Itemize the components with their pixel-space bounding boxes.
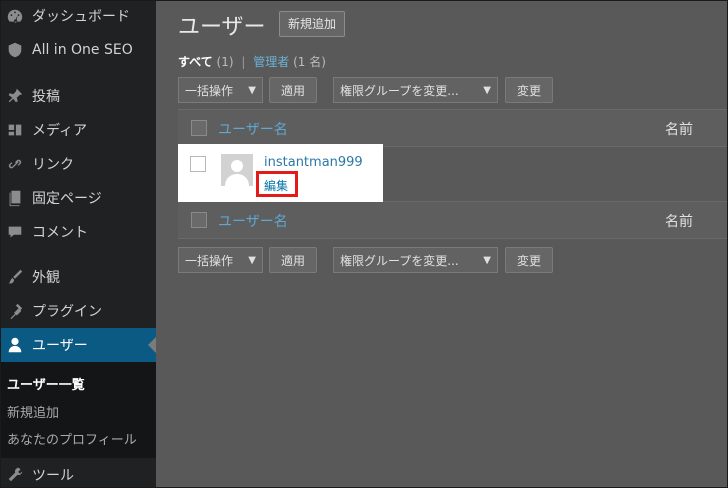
user-filters: すべて (1) | 管理者 (1 名) [178,53,326,70]
comment-icon [5,222,25,242]
column-name[interactable]: 名前 [665,119,693,139]
link-icon [5,154,25,174]
edit-link[interactable]: 編集 [264,177,288,194]
media-icon [5,120,25,140]
sidebar-item-plugins[interactable]: プラグイン [1,294,156,328]
change-button-bottom[interactable]: 変更 [505,247,553,273]
page-icon [5,188,25,208]
chevron-down-icon: ▼ [248,255,256,266]
users-submenu: ユーザー一覧 新規追加 あなたのプロフィール [1,362,156,458]
sidebar-item-label: All in One SEO [32,42,133,58]
table-header: ユーザー名 名前 [178,109,727,147]
column-username-footer[interactable]: ユーザー名 [218,211,288,231]
edit-highlight: 編集 [256,171,298,197]
sidebar-item-label: ダッシュボード [32,9,130,25]
role-change-value: 権限グループを変更... [340,254,459,268]
row-checkbox[interactable] [190,156,206,172]
role-change-select-bottom[interactable]: 権限グループを変更... ▼ [333,247,498,273]
avatar [221,154,253,186]
active-indicator [148,337,156,353]
table-row: instantman999 編集 [178,144,383,202]
sidebar-item-label: リンク [32,157,74,173]
sidebar-item-label: ユーザー [32,338,88,354]
chevron-down-icon: ▼ [483,85,491,96]
filter-all[interactable]: すべて [178,55,213,69]
sidebar-item-label: プラグイン [32,304,102,320]
bulk-action-select-bottom[interactable]: 一括操作 ▼ [178,247,263,273]
submenu-item-profile[interactable]: あなたのプロフィール [7,429,137,448]
page-title: ユーザー [178,15,266,40]
apply-button-bottom[interactable]: 適用 [269,247,317,273]
apply-button[interactable]: 適用 [269,77,317,103]
shield-icon [5,40,25,60]
submenu-item-add-new[interactable]: 新規追加 [7,402,59,421]
brush-icon [5,267,25,287]
sidebar-item-posts[interactable]: 投稿 [1,79,156,113]
sidebar-item-tools[interactable]: ツール [1,458,156,487]
username-link[interactable]: instantman999 [264,155,363,170]
main-content: ユーザー 新規追加 すべて (1) | 管理者 (1 名) 一括操作 ▼ 適用 … [156,1,727,487]
sidebar-item-users[interactable]: ユーザー [1,328,156,362]
wrench-icon [5,465,25,485]
pin-icon [5,86,25,106]
filter-admin[interactable]: 管理者 [253,55,289,69]
filter-all-count: (1) [216,55,234,69]
chevron-down-icon: ▼ [483,255,491,266]
plugin-icon [5,301,25,321]
sidebar-item-pages[interactable]: 固定ページ [1,181,156,215]
sidebar-item-appearance[interactable]: 外観 [1,260,156,294]
table-footer: ユーザー名 名前 [178,201,727,239]
submenu-item-all-users[interactable]: ユーザー一覧 [7,374,85,393]
select-all-checkbox[interactable] [191,120,207,136]
sidebar-item-links[interactable]: リンク [1,147,156,181]
bulk-action-value: 一括操作 [185,84,234,98]
filter-separator: | [241,55,246,69]
column-name-footer[interactable]: 名前 [665,211,693,231]
sidebar-item-label: 固定ページ [32,191,102,207]
chevron-down-icon: ▼ [248,85,256,96]
bulk-action-value: 一括操作 [185,254,234,268]
sidebar-item-dashboard[interactable]: ダッシュボード [1,1,156,33]
bulk-action-select[interactable]: 一括操作 ▼ [178,77,263,103]
admin-sidebar: ダッシュボード All in One SEO 投稿 メディア リンク 固定ページ… [1,1,156,487]
filter-admin-count: (1 名) [293,55,326,69]
sidebar-item-label: メディア [32,123,88,139]
user-icon [5,335,25,355]
dashboard-icon [5,6,25,26]
sidebar-item-label: ツール [32,468,74,484]
column-username[interactable]: ユーザー名 [218,119,288,139]
role-change-select[interactable]: 権限グループを変更... ▼ [333,77,498,103]
sidebar-item-label: 外観 [32,270,60,286]
select-all-checkbox-footer[interactable] [191,212,207,228]
window-frame: ダッシュボード All in One SEO 投稿 メディア リンク 固定ページ… [0,0,728,488]
add-new-button[interactable]: 新規追加 [279,11,346,37]
sidebar-item-label: 投稿 [32,89,60,105]
role-change-value: 権限グループを変更... [340,84,459,98]
sidebar-item-label: コメント [32,225,88,241]
change-button[interactable]: 変更 [505,77,553,103]
sidebar-item-aioseo[interactable]: All in One SEO [1,33,156,67]
sidebar-item-media[interactable]: メディア [1,113,156,147]
sidebar-item-comments[interactable]: コメント [1,215,156,249]
